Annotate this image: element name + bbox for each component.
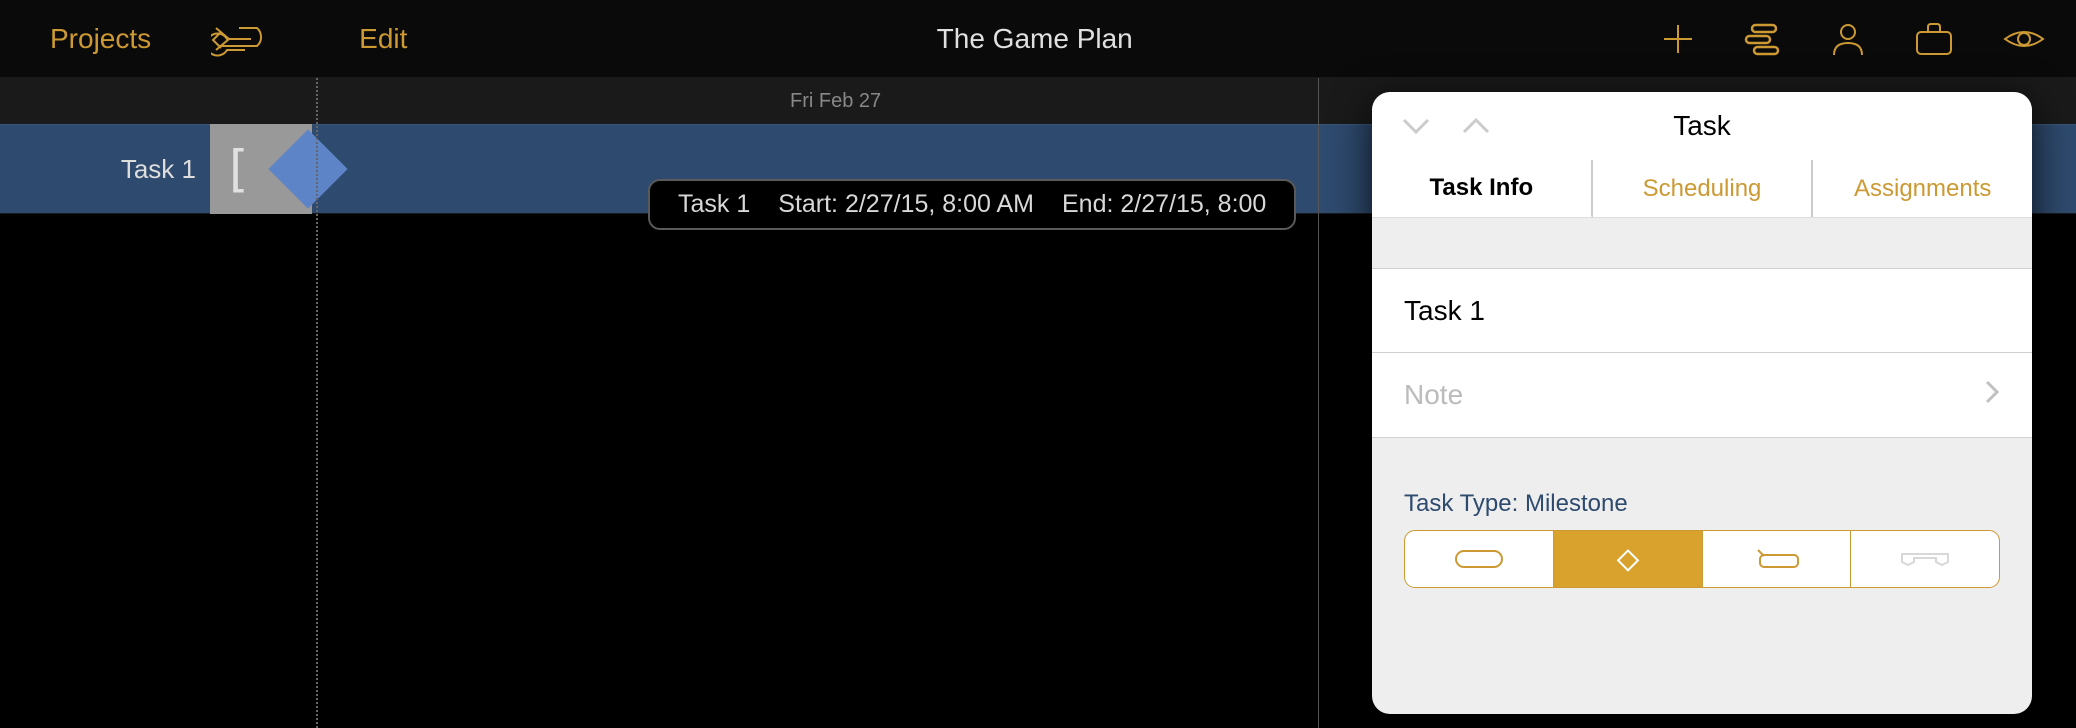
tab-assignments[interactable]: Assignments bbox=[1812, 160, 2032, 217]
type-task-icon[interactable] bbox=[1405, 531, 1554, 587]
vertical-divider bbox=[1318, 78, 1319, 728]
task-type-segmented bbox=[1404, 530, 2000, 588]
type-milestone-icon[interactable] bbox=[1554, 531, 1703, 587]
now-line bbox=[316, 78, 318, 728]
tooltip-end: End: 2/27/15, 8:00 bbox=[1062, 190, 1266, 219]
briefcase-icon[interactable] bbox=[1914, 22, 1954, 56]
chevron-up-icon[interactable] bbox=[1460, 115, 1492, 137]
page-title: The Game Plan bbox=[407, 23, 1662, 55]
chevron-down-icon[interactable] bbox=[1400, 115, 1432, 137]
task-row-label: Task 1 bbox=[0, 125, 210, 213]
task-form: Task 1 Note bbox=[1372, 268, 2032, 438]
tooltip-start: Start: 2/27/15, 8:00 AM bbox=[778, 190, 1034, 219]
task-type-section: Task Type: Milestone bbox=[1372, 490, 2032, 588]
tab-scheduling[interactable]: Scheduling bbox=[1592, 160, 1813, 217]
toolbar: Projects Edit The Game Plan bbox=[0, 0, 2076, 78]
add-icon[interactable] bbox=[1662, 23, 1694, 55]
task-tooltip: Task 1 Start: 2/27/15, 8:00 AM End: 2/27… bbox=[648, 179, 1296, 230]
note-placeholder: Note bbox=[1404, 379, 1984, 411]
type-group-icon[interactable] bbox=[1851, 531, 1999, 587]
edit-button[interactable]: Edit bbox=[359, 23, 407, 55]
popover-header: Task bbox=[1372, 92, 2032, 160]
popover-tabs: Task Info Scheduling Assignments bbox=[1372, 160, 2032, 218]
person-icon[interactable] bbox=[1830, 21, 1866, 57]
back-icon[interactable] bbox=[211, 20, 269, 58]
bracket-icon: [ bbox=[222, 140, 252, 198]
tab-task-info[interactable]: Task Info bbox=[1372, 160, 1592, 217]
task-popover: Task Task Info Scheduling Assignments Ta… bbox=[1372, 92, 2032, 714]
task-inspector-icon[interactable] bbox=[1742, 22, 1782, 56]
projects-button[interactable]: Projects bbox=[50, 23, 151, 55]
task-name-field[interactable]: Task 1 bbox=[1372, 269, 2032, 353]
eye-icon[interactable] bbox=[2002, 25, 2046, 53]
milestone-marker[interactable]: [ bbox=[210, 124, 312, 214]
tooltip-task-name: Task 1 bbox=[678, 190, 750, 219]
timeline-date: Fri Feb 27 bbox=[790, 90, 881, 113]
diamond-icon bbox=[268, 129, 347, 208]
task-name-value: Task 1 bbox=[1404, 295, 2000, 327]
note-field[interactable]: Note bbox=[1372, 353, 2032, 437]
chevron-right-icon bbox=[1984, 378, 2000, 413]
type-hammock-icon[interactable] bbox=[1703, 531, 1852, 587]
task-type-label: Task Type: Milestone bbox=[1404, 490, 2000, 518]
